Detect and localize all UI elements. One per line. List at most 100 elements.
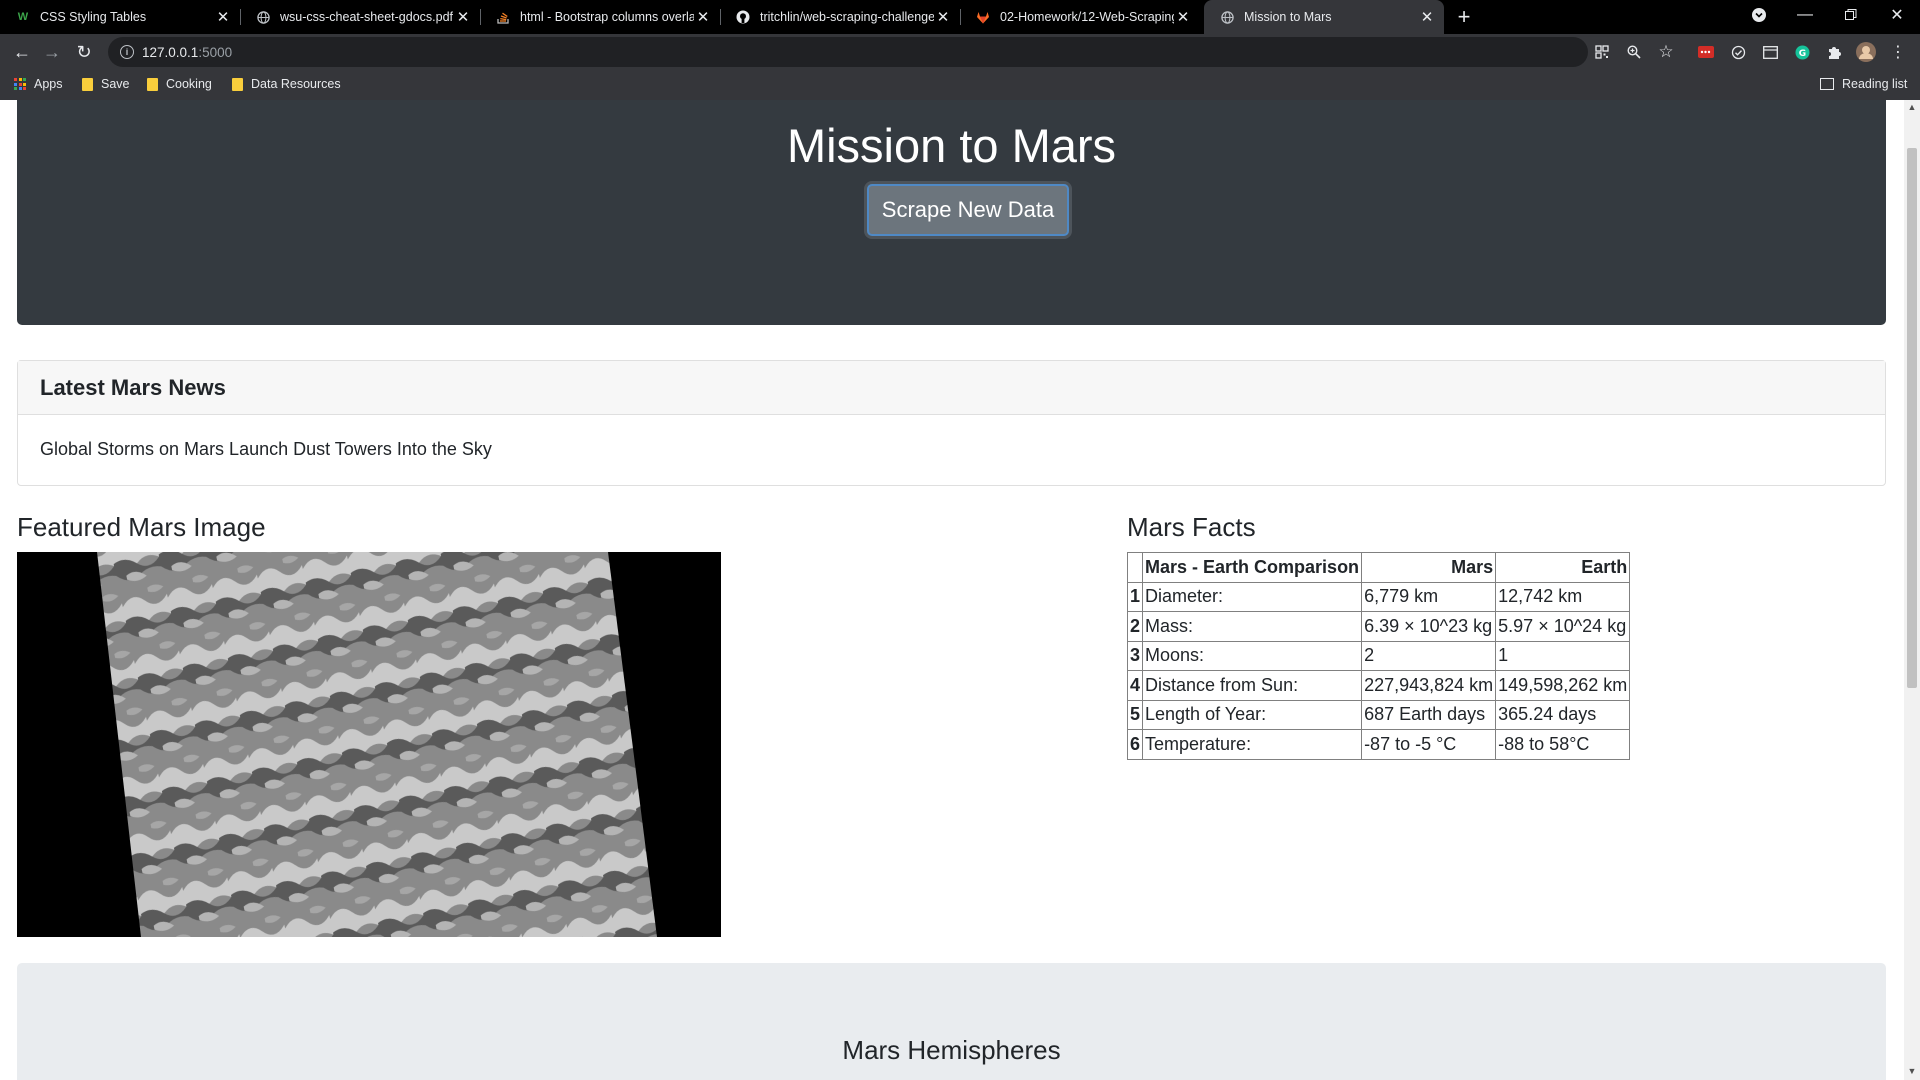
bookmark-cooking[interactable]: Cooking	[147, 77, 212, 91]
scrollbar-thumb[interactable]	[1907, 148, 1917, 688]
row-index: 1	[1126, 581, 1144, 612]
back-arrow-icon[interactable]: ←	[10, 40, 34, 64]
featured-mars-image	[17, 552, 721, 937]
url-port: :5000	[198, 44, 233, 60]
table-cell: 6.39 × 10^23 kg	[1361, 611, 1497, 642]
qr-code-icon[interactable]	[1592, 42, 1612, 62]
table-cell: Length of Year:	[1142, 699, 1363, 730]
w-logo-icon: W	[17, 11, 29, 23]
close-icon[interactable]: ✕	[454, 8, 472, 26]
tab-css-styling-tables[interactable]: W CSS Styling Tables ✕	[0, 0, 240, 34]
tab-title: Mission to Mars	[1244, 10, 1332, 24]
reload-icon[interactable]: ↻	[72, 40, 96, 64]
zoom-icon[interactable]	[1624, 42, 1644, 62]
extension-check-icon[interactable]	[1728, 42, 1748, 62]
news-heading: Latest Mars News	[40, 374, 226, 400]
featured-image-heading: Featured Mars Image	[17, 512, 266, 542]
folder-icon	[82, 77, 93, 91]
scroll-down-arrow-icon[interactable]: ▼	[1907, 1066, 1917, 1078]
table-row: 6 Temperature: -87 to -5 °C -88 to 58°C	[1126, 729, 1631, 760]
table-row: 3 Moons: 2 1	[1126, 640, 1631, 671]
extension-lastpass-icon[interactable]	[1696, 42, 1716, 62]
table-cell: 687 Earth days	[1361, 699, 1497, 730]
mars-facts-heading: Mars Facts	[1127, 512, 1256, 542]
site-info-icon[interactable]: i	[120, 45, 134, 59]
tab-bootstrap-columns[interactable]: html - Bootstrap columns overlap ✕	[480, 0, 720, 34]
table-cell: 365.24 days	[1495, 699, 1631, 730]
reading-list-button[interactable]: Reading list	[1820, 77, 1907, 91]
profile-avatar-icon[interactable]	[1856, 42, 1876, 62]
row-index: 4	[1126, 670, 1144, 701]
bookmark-label: Save	[101, 77, 130, 91]
table-cell: 5.97 × 10^24 kg	[1495, 611, 1631, 642]
page-viewport: Mission to Mars Scrape New Data Latest M…	[0, 100, 1920, 1080]
stackoverflow-icon	[496, 10, 510, 24]
close-window-icon[interactable]: ✕	[1874, 0, 1920, 30]
table-cell: 2	[1361, 640, 1497, 671]
column-header	[1126, 552, 1144, 583]
forward-arrow-icon[interactable]: →	[40, 40, 64, 64]
table-cell: Distance from Sun:	[1142, 670, 1363, 701]
table-row: 1 Diameter: 6,779 km 12,742 km	[1126, 581, 1631, 612]
column-header: Mars - Earth Comparison	[1142, 552, 1363, 583]
close-icon[interactable]: ✕	[1418, 8, 1436, 26]
table-row: 5 Length of Year: 687 Earth days 365.24 …	[1126, 699, 1631, 730]
tab-mission-to-mars[interactable]: Mission to Mars ✕	[1204, 0, 1444, 34]
table-row: 4 Distance from Sun: 227,943,824 km 149,…	[1126, 670, 1631, 701]
table-cell: 6,779 km	[1361, 581, 1497, 612]
table-cell: Moons:	[1142, 640, 1363, 671]
tab-wsu-cheat-sheet[interactable]: wsu-css-cheat-sheet-gdocs.pdf ✕	[240, 0, 480, 34]
bookmark-label: Cooking	[166, 77, 212, 91]
table-header-row: Mars - Earth Comparison Mars Earth	[1126, 552, 1631, 583]
menu-kebab-icon[interactable]: ⋮	[1888, 42, 1908, 62]
globe-icon	[1220, 10, 1234, 24]
folder-icon	[232, 77, 243, 91]
hemispheres-heading: Mars Hemispheres	[842, 1035, 1061, 1065]
bookmark-label: Data Resources	[251, 77, 341, 91]
table-cell: -88 to 58°C	[1495, 729, 1631, 760]
new-tab-plus-icon[interactable]: +	[1452, 4, 1476, 29]
page-title: Mission to Mars	[786, 119, 1117, 172]
tab-github-web-scraping[interactable]: tritchlin/web-scraping-challenge ✕	[720, 0, 960, 34]
close-icon[interactable]: ✕	[214, 8, 232, 26]
row-index: 2	[1126, 611, 1144, 642]
extension-grammarly-icon[interactable]: G	[1792, 42, 1812, 62]
column-header: Earth	[1495, 552, 1631, 583]
close-icon[interactable]: ✕	[1174, 8, 1192, 26]
bookmark-label: Apps	[34, 77, 63, 91]
row-index: 5	[1126, 699, 1144, 730]
bookmark-save[interactable]: Save	[82, 77, 130, 91]
tab-search-icon[interactable]	[1736, 0, 1782, 30]
tab-gitlab-homework[interactable]: 02-Homework/12-Web-Scraping ✕	[960, 0, 1200, 34]
reading-list-icon	[1820, 78, 1834, 90]
bookmark-apps[interactable]: Apps	[14, 77, 63, 91]
address-bar[interactable]: i 127.0.0.1:5000	[108, 37, 1588, 67]
news-headline: Global Storms on Mars Launch Dust Towers…	[40, 439, 492, 459]
mars-facts-table: Mars - Earth Comparison Mars Earth 1 Dia…	[1126, 552, 1631, 760]
url-host: 127.0.0.1	[142, 44, 199, 60]
row-index: 6	[1126, 729, 1144, 760]
bookmark-data-resources[interactable]: Data Resources	[232, 77, 341, 91]
table-cell: Mass:	[1142, 611, 1363, 642]
extension-window-icon[interactable]	[1760, 42, 1780, 62]
minimize-icon[interactable]: —	[1782, 0, 1828, 30]
hemispheres-section: Mars Hemispheres	[17, 963, 1886, 1080]
table-cell: 149,598,262 km	[1495, 670, 1631, 701]
close-icon[interactable]: ✕	[934, 8, 952, 26]
tab-strip: W CSS Styling Tables ✕ wsu-css-cheat-she…	[0, 0, 1920, 34]
column-header: Mars	[1361, 552, 1497, 583]
page-scrollbar[interactable]: ▲ ▼	[1904, 100, 1920, 1080]
table-row: 2 Mass: 6.39 × 10^23 kg 5.97 × 10^24 kg	[1126, 611, 1631, 642]
bookmark-star-icon[interactable]: ☆	[1656, 42, 1676, 62]
tab-title: CSS Styling Tables	[40, 10, 147, 24]
tab-title: 02-Homework/12-Web-Scraping	[1000, 10, 1174, 24]
gitlab-icon	[976, 10, 990, 24]
scrape-new-data-button[interactable]: Scrape New Data	[867, 184, 1069, 236]
folder-icon	[147, 77, 158, 91]
apps-grid-icon	[14, 78, 26, 90]
close-icon[interactable]: ✕	[694, 8, 712, 26]
tab-title: tritchlin/web-scraping-challenge	[760, 10, 934, 24]
restore-icon[interactable]	[1828, 0, 1874, 30]
extensions-puzzle-icon[interactable]	[1824, 42, 1844, 62]
scroll-up-arrow-icon[interactable]: ▲	[1907, 102, 1917, 114]
